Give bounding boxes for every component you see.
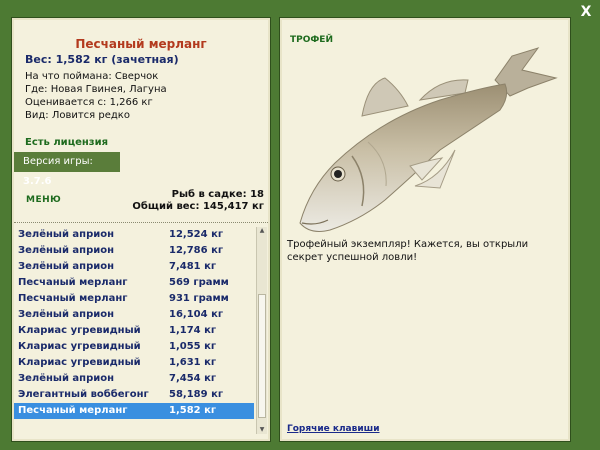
fish-weight-value: 1,174 кг bbox=[169, 325, 217, 336]
fish-weight-value: 1,582 кг bbox=[169, 405, 217, 416]
threshold-info: Оценивается с: 1,266 кг bbox=[25, 97, 153, 108]
bait-info: На что поймана: Сверчок bbox=[25, 71, 159, 82]
fish-name: Песчаный мерланг bbox=[18, 293, 128, 304]
fish-weight-value: 7,454 кг bbox=[169, 373, 217, 384]
divider bbox=[14, 222, 268, 223]
fish-name: Клариас угревидный bbox=[18, 325, 141, 336]
rarity-info: Вид: Ловится редко bbox=[25, 110, 130, 121]
version-label: Версия игры: bbox=[23, 156, 93, 167]
trophy-message: Трофейный экземпляр! Кажется, вы открыли… bbox=[287, 239, 529, 263]
close-button[interactable]: X bbox=[578, 4, 594, 20]
fish-name: Клариас угревидный bbox=[18, 357, 141, 368]
total-weight: Общий вес: 145,417 кг bbox=[132, 201, 264, 212]
fish-name: Зелёный априон bbox=[18, 245, 115, 256]
fish-weight: Вес: 1,582 кг (зачетная) bbox=[25, 53, 179, 66]
fish-name: Песчаный мерланг bbox=[18, 277, 128, 288]
location-info: Где: Новая Гвинея, Лагуна bbox=[25, 84, 167, 95]
catch-info-panel: Песчаный мерланг Вес: 1,582 кг (зачетная… bbox=[11, 17, 271, 442]
list-item[interactable]: Зелёный априон 7,481 кг bbox=[14, 259, 254, 275]
list-scrollbar[interactable]: ▲ ▼ bbox=[256, 227, 267, 434]
fish-weight-value: 569 грамм bbox=[169, 277, 229, 288]
fish-weight-value: 931 грамм bbox=[169, 293, 229, 304]
hotkeys-link[interactable]: Горячие клавиши bbox=[287, 424, 380, 434]
fish-weight-value: 1,631 кг bbox=[169, 357, 217, 368]
fish-weight-value: 1,055 кг bbox=[169, 341, 217, 352]
fish-image bbox=[299, 47, 558, 232]
catch-list: Зелёный априон 12,524 кг Зелёный априон 12,… bbox=[14, 227, 254, 432]
list-item[interactable]: Клариас угревидный 1,055 кг bbox=[14, 339, 254, 355]
list-item[interactable]: Зелёный априон 12,786 кг bbox=[14, 243, 254, 259]
catch-stats: Рыб в садке: 18 Общий вес: 145,417 кг bbox=[132, 189, 264, 213]
list-item[interactable]: Элегантный воббегонг 58,189 кг bbox=[14, 387, 254, 403]
list-item[interactable]: Песчаный мерланг 931 грамм bbox=[14, 291, 254, 307]
fish-name: Зелёный априон bbox=[18, 309, 115, 320]
menu-button[interactable]: МЕНЮ bbox=[26, 195, 61, 205]
fish-name: Зелёный априон bbox=[18, 373, 115, 384]
list-item[interactable]: Клариас угревидный 1,174 кг bbox=[14, 323, 254, 339]
fish-title: Песчаный мерланг bbox=[75, 37, 207, 51]
fish-count: Рыб в садке: 18 bbox=[171, 189, 264, 200]
license-status: Есть лицензия bbox=[25, 137, 109, 148]
fish-name: Песчаный мерланг bbox=[18, 405, 128, 416]
fish-weight-value: 7,481 кг bbox=[169, 261, 217, 272]
fish-weight-value: 58,189 кг bbox=[169, 389, 224, 400]
fish-weight-value: 12,786 кг bbox=[169, 245, 224, 256]
scroll-down-icon[interactable]: ▼ bbox=[257, 426, 267, 434]
version-badge: Версия игры: 3.7.6 bbox=[14, 152, 120, 187]
scroll-up-icon[interactable]: ▲ bbox=[257, 227, 267, 235]
list-item[interactable]: Клариас угревидный 1,631 кг bbox=[14, 355, 254, 371]
fish-weight-value: 12,524 кг bbox=[169, 229, 224, 240]
fish-name: Зелёный априон bbox=[18, 261, 115, 272]
list-item[interactable]: Зелёный априон 7,454 кг bbox=[14, 371, 254, 387]
fish-weight-value: 16,104 кг bbox=[169, 309, 224, 320]
fish-name: Элегантный воббегонг bbox=[18, 389, 149, 400]
fish-name: Зелёный априон bbox=[18, 229, 115, 240]
list-item[interactable]: Песчаный мерланг 1,582 кг bbox=[14, 403, 254, 419]
list-item[interactable]: Песчаный мерланг 569 грамм bbox=[14, 275, 254, 291]
list-item[interactable]: Зелёный априон 16,104 кг bbox=[14, 307, 254, 323]
fish-name: Клариас угревидный bbox=[18, 341, 141, 352]
list-item[interactable]: Зелёный априон 12,524 кг bbox=[14, 227, 254, 243]
scrollbar-thumb[interactable] bbox=[258, 294, 266, 418]
trophy-panel: ТРОФЕЙ Трофейный экземпляр! Кажется, вы … bbox=[279, 17, 571, 442]
version-value: 3.7.6 bbox=[23, 176, 52, 187]
